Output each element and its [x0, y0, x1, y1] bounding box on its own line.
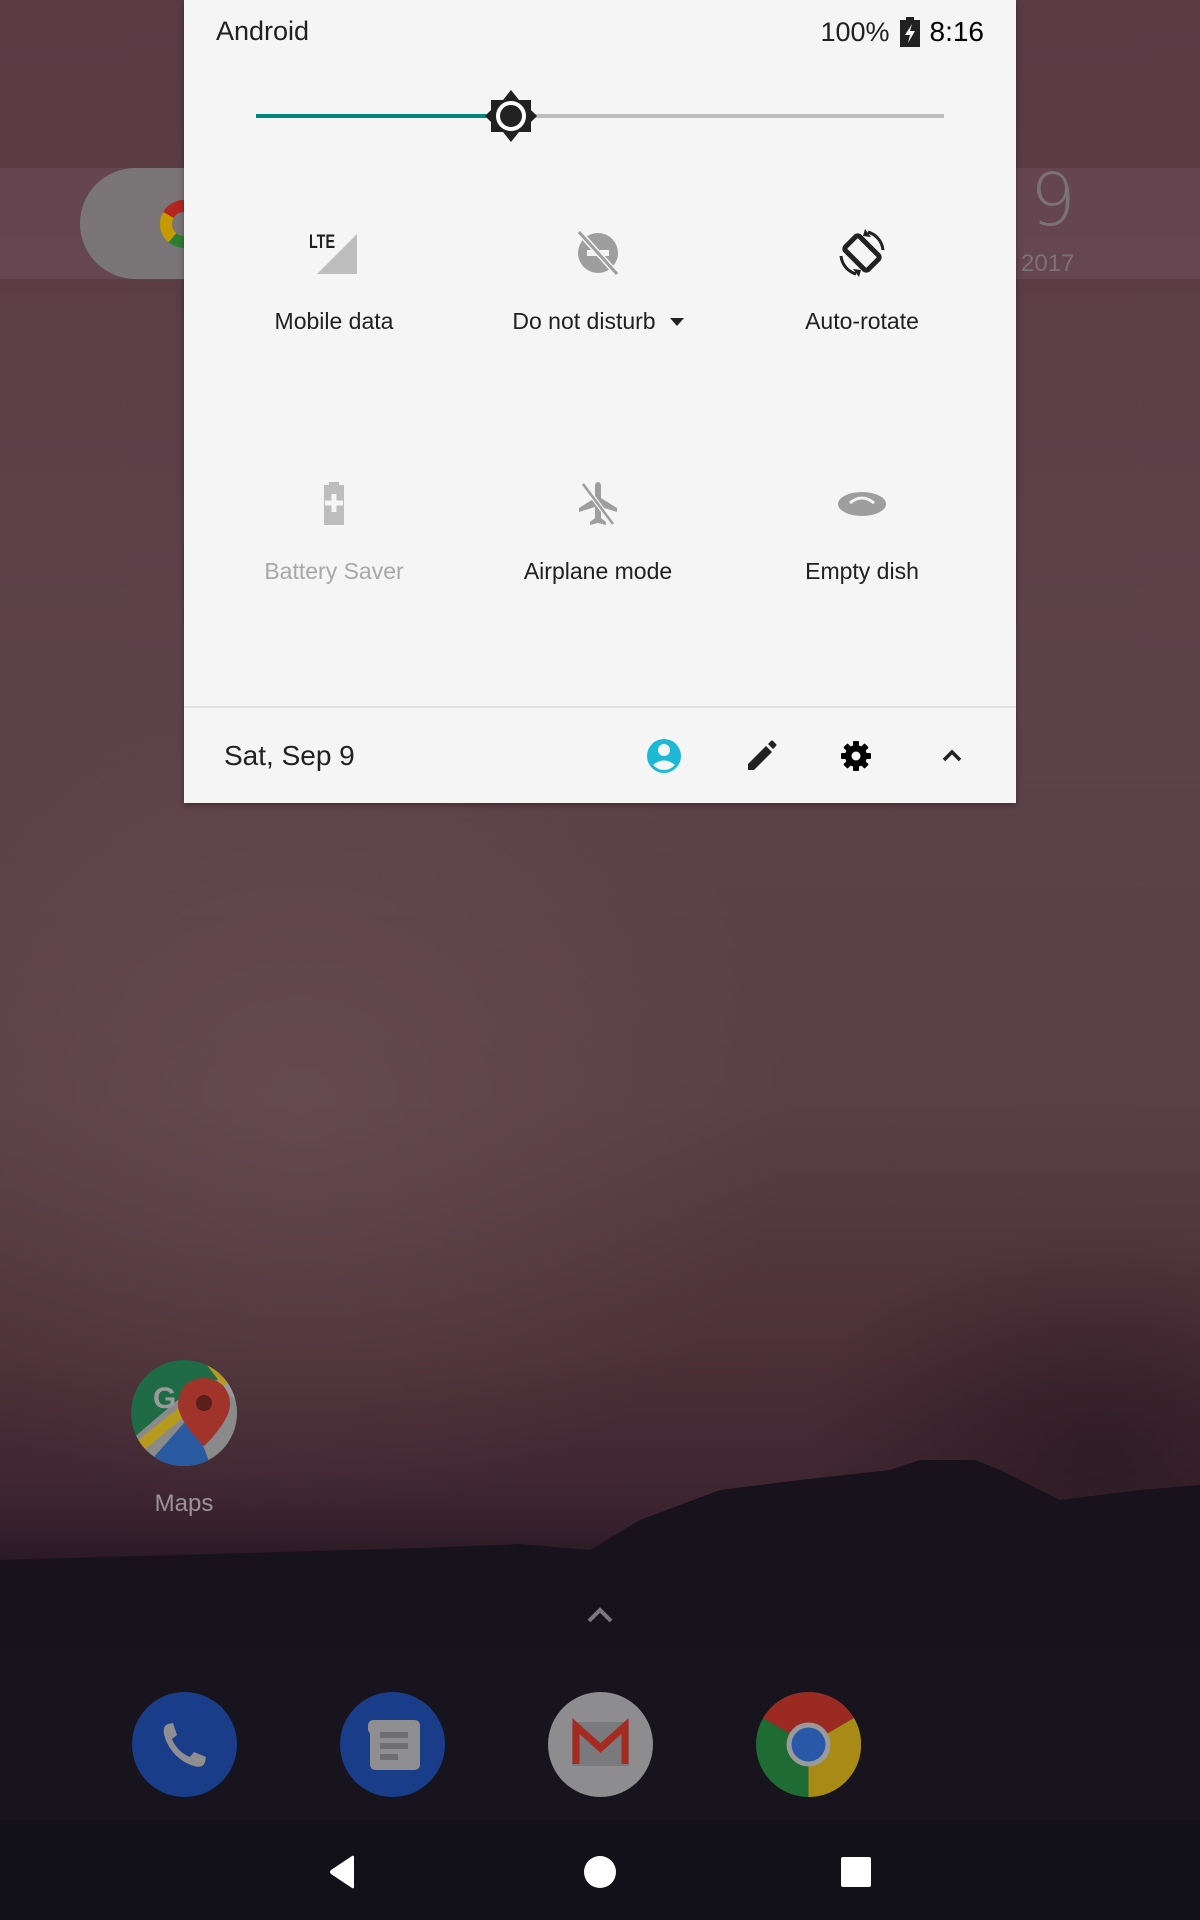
settings-button[interactable] — [836, 736, 876, 776]
airplane-off-icon — [573, 478, 623, 528]
brightness-icon — [485, 90, 537, 142]
app-label-maps: Maps — [154, 1490, 214, 1517]
phone-icon — [132, 1692, 237, 1797]
battery-percentage: 100% — [820, 16, 890, 47]
dock-chrome[interactable] — [756, 1692, 861, 1797]
back-icon — [330, 1855, 354, 1889]
chevron-up-icon — [942, 749, 962, 762]
gear-icon — [841, 741, 871, 771]
footer-date[interactable]: Sat, Sep 9 — [224, 740, 355, 772]
screen-rotation-icon — [837, 228, 887, 278]
lte-signal-icon: LTE — [309, 228, 359, 278]
brightness-thumb[interactable] — [483, 88, 539, 144]
home-button[interactable] — [580, 1852, 620, 1892]
recents-icon — [841, 1857, 871, 1887]
tile-do-not-disturb[interactable]: Do not disturb — [466, 228, 730, 428]
tile-label: Auto-rotate — [805, 308, 919, 334]
dnd-off-icon — [573, 228, 623, 278]
dish-icon — [837, 478, 887, 528]
dock-phone[interactable] — [132, 1692, 237, 1797]
dock-messages[interactable] — [340, 1692, 445, 1797]
recents-button[interactable] — [836, 1852, 876, 1892]
tile-label: Battery Saver — [264, 558, 404, 584]
dropdown-caret-icon[interactable] — [669, 317, 684, 326]
back-button[interactable] — [324, 1852, 364, 1892]
gmail-icon — [548, 1692, 653, 1797]
tile-label: Do not disturb — [466, 308, 730, 335]
brightness-fill — [256, 114, 511, 118]
tile-mobile-data[interactable]: LTE Mobile data — [202, 228, 466, 428]
chrome-icon — [756, 1692, 861, 1797]
status-indicators: 100% 8:16 — [820, 16, 984, 48]
google-maps-icon: G — [131, 1360, 237, 1466]
tile-label: Empty dish — [805, 558, 919, 584]
tile-airplane-mode[interactable]: Airplane mode — [466, 478, 730, 678]
collapse-button[interactable] — [932, 736, 972, 776]
pencil-icon — [748, 740, 777, 770]
app-drawer-chevron-icon[interactable] — [586, 1606, 614, 1624]
tile-auto-rotate[interactable]: Auto-rotate — [730, 228, 994, 428]
user-switcher-button[interactable] — [644, 736, 684, 776]
messages-icon — [340, 1692, 445, 1797]
brightness-slider[interactable] — [256, 90, 944, 142]
home-icon — [584, 1856, 616, 1888]
tile-empty-dish[interactable]: Empty dish — [730, 478, 994, 678]
date-widget-day[interactable]: 9 — [1030, 158, 1076, 242]
footer-divider — [184, 706, 1016, 708]
date-widget-year[interactable]: 2017 — [1021, 250, 1074, 278]
svg-text:LTE: LTE — [309, 232, 335, 253]
clock: 8:16 — [929, 16, 985, 47]
battery-charging-icon — [899, 17, 920, 47]
dock-gmail[interactable] — [548, 1692, 653, 1797]
carrier-name: Android — [216, 16, 310, 46]
tile-battery-saver[interactable]: Battery Saver — [202, 478, 466, 678]
edit-tiles-button[interactable] — [740, 736, 780, 776]
user-account-icon — [647, 739, 681, 773]
app-maps[interactable]: G Maps — [124, 1360, 244, 1518]
battery-plus-icon — [309, 478, 359, 528]
tile-label: Airplane mode — [523, 558, 673, 584]
tile-label: Mobile data — [274, 308, 394, 334]
svg-text:G: G — [153, 1382, 176, 1415]
quick-settings-panel: Android 100% 8:16 LTE Mobile data Do not… — [184, 0, 1016, 803]
